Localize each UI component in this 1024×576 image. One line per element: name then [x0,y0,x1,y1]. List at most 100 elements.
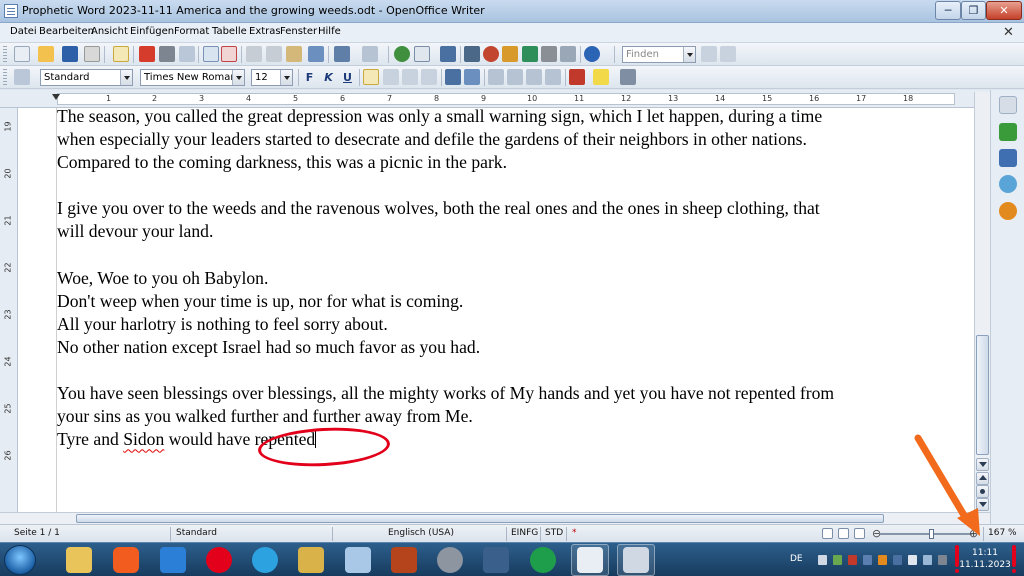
wifi-tray-icon[interactable] [923,555,932,565]
antivirus-tray-icon[interactable] [848,555,857,565]
menu-extras[interactable]: Extras [249,26,281,37]
insert-mode[interactable]: EINFG [511,528,538,538]
edit-file-icon[interactable] [113,46,129,62]
signal-tray-icon[interactable] [938,555,947,565]
zoom-level[interactable]: 167 % [988,528,1017,538]
new-document-icon[interactable] [14,46,30,62]
open-folder-icon[interactable] [38,46,54,62]
keyboard-language[interactable]: DE [790,554,803,564]
gallery-sidebar-icon[interactable] [999,175,1017,193]
help-icon[interactable] [584,46,600,62]
calculator-icon[interactable] [345,547,371,573]
menu-einfuegen[interactable]: Einfügen [130,26,174,37]
notepad-icon[interactable] [623,547,649,573]
menu-hilfe[interactable]: Hilfe [318,26,341,37]
print-icon[interactable] [159,46,175,62]
word-icon[interactable] [160,547,186,573]
properties-icon[interactable] [999,123,1017,141]
text-line[interactable]: All your harlotry is nothing to feel sor… [57,313,957,336]
numbering-icon[interactable] [488,69,504,85]
skype-icon[interactable] [252,547,278,573]
blank-line[interactable] [57,174,957,197]
text-line[interactable]: Don't weep when your time is up, nor for… [57,290,957,313]
nonprinting-characters-icon[interactable] [522,46,538,62]
styles-icon[interactable] [999,149,1017,167]
media-app-icon[interactable] [391,547,417,573]
bullets-icon[interactable] [507,69,523,85]
menu-format[interactable]: Format [174,26,209,37]
page-indicator[interactable]: Seite 1 / 1 [14,528,60,538]
tray-expand-icon[interactable] [818,555,827,565]
undo-icon[interactable] [334,46,350,62]
toolbar-grip-icon[interactable] [3,46,7,62]
horizontal-ruler[interactable]: 1 2 3 4 5 6 7 8 9 10 11 12 13 14 15 16 1… [0,90,990,108]
font-color-icon[interactable] [569,69,585,85]
autospellcheck-icon[interactable] [221,46,237,62]
insert-table-icon[interactable] [414,46,430,62]
text-line[interactable]: You have seen blessings over blessings, … [57,382,957,405]
multi-page-view-icon[interactable] [838,528,849,539]
italic-button[interactable]: K [320,69,337,86]
font-size-select[interactable]: 12 [251,69,293,86]
redo-icon[interactable] [362,46,378,62]
cut-icon[interactable] [246,46,262,62]
find-previous-icon[interactable] [720,46,736,62]
indent-marker-icon[interactable] [52,94,60,100]
right-to-left-icon[interactable] [464,69,480,85]
decrease-indent-icon[interactable] [526,69,542,85]
text-line[interactable]: your sins as you walked further and furt… [57,405,957,428]
gallery-icon[interactable] [483,46,499,62]
folder-sync-icon[interactable] [298,547,324,573]
pro-app-icon[interactable] [483,547,509,573]
bold-button[interactable]: F [301,69,318,86]
menu-ansicht[interactable]: Ansicht [91,26,128,37]
volume-tray-icon[interactable] [908,555,917,565]
document-text[interactable]: The season, you called the great depress… [57,108,957,451]
chevron-down-icon[interactable] [683,47,695,62]
vertical-ruler[interactable]: 19 20 21 22 23 24 25 26 [0,108,18,512]
text-line[interactable]: I give you over to the weeds and the rav… [57,197,957,220]
blank-line[interactable] [57,359,957,382]
maximize-button[interactable]: ❐ [961,1,986,20]
horizontal-scrollbar-thumb[interactable] [76,514,884,523]
copy-icon[interactable] [266,46,282,62]
paste-icon[interactable] [286,46,302,62]
chevron-down-icon[interactable] [280,70,292,85]
increase-indent-icon[interactable] [545,69,561,85]
export-pdf-icon[interactable] [139,46,155,62]
device-tray-icon[interactable] [893,555,902,565]
page-style[interactable]: Standard [176,528,217,538]
underline-button[interactable]: U [339,69,356,86]
background-color-icon[interactable] [620,69,636,85]
text-line[interactable]: Compared to the coming darkness, this wa… [57,151,957,174]
find-next-icon[interactable] [701,46,717,62]
menu-tabelle[interactable]: Tabelle [212,26,247,37]
chevron-down-icon[interactable] [120,70,132,85]
blank-line[interactable] [57,244,957,267]
navigator-sidebar-icon[interactable] [999,202,1017,220]
text-line[interactable]: when especially your leaders started to … [57,128,957,151]
menu-fenster[interactable]: Fenster [280,26,317,37]
data-sources-icon[interactable] [502,46,518,62]
document-area[interactable]: The season, you called the great depress… [18,108,974,512]
minimize-button[interactable]: ─ [935,1,961,20]
single-page-view-icon[interactable] [822,528,833,539]
sidebar-menu-icon[interactable] [999,96,1017,114]
selection-mode[interactable]: STD [545,528,563,538]
app-tray-icon[interactable] [878,555,887,565]
save-icon[interactable] [62,46,78,62]
book-view-icon[interactable] [854,528,865,539]
navigator-icon[interactable] [464,46,480,62]
styles-formatting-icon[interactable] [14,69,30,85]
paragraph-style-select[interactable]: Standard [40,69,133,86]
checkmark-app-icon[interactable] [530,547,556,573]
text-line[interactable]: will devour your land. [57,220,957,243]
file-explorer-icon[interactable] [66,547,92,573]
find-input[interactable]: Finden [622,46,696,63]
menu-datei[interactable]: Datei [10,26,37,37]
text-line[interactable]: No other nation except Israel had so muc… [57,336,957,359]
security-tray-icon[interactable] [833,555,842,565]
close-window-button[interactable]: ✕ [986,1,1022,20]
align-right-icon[interactable] [402,69,418,85]
formatting-marks-icon[interactable] [541,46,557,62]
